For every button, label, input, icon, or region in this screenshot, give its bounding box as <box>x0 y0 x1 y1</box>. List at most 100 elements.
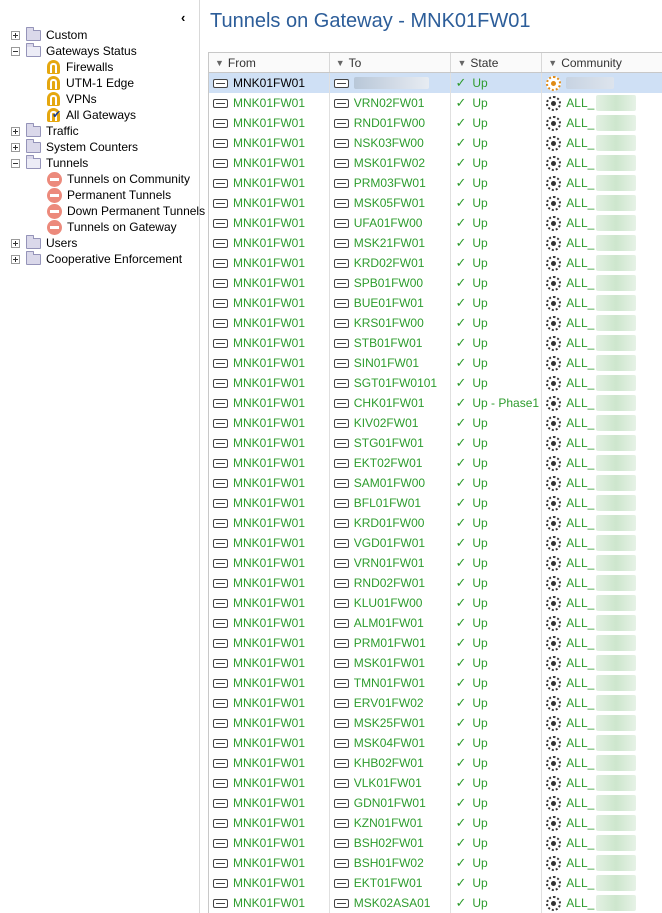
collapse-icon[interactable] <box>11 158 20 168</box>
table-row[interactable]: MNK01FW01 KIV02FW01 ✓ Up ALL_ <box>209 413 662 433</box>
from-value: MNK01FW01 <box>233 256 306 270</box>
table-row[interactable]: MNK01FW01 RND01FW00 ✓ Up ALL_ <box>209 113 662 133</box>
table-row[interactable]: MNK01FW01 GDN01FW01 ✓ Up ALL_ <box>209 793 662 813</box>
to-value: GDN01FW01 <box>353 796 426 810</box>
table-row[interactable]: MNK01FW01 BFL01FW01 ✓ Up ALL_ <box>209 493 662 513</box>
table-row[interactable]: MNK01FW01 MSK21FW01 ✓ Up ALL_ <box>209 233 662 253</box>
table-row[interactable]: MNK01FW01 BUE01FW01 ✓ Up ALL_ <box>209 293 662 313</box>
cell-from: MNK01FW01 <box>209 753 330 773</box>
tree-node[interactable]: Custom <box>11 26 87 43</box>
table-row[interactable]: MNK01FW01 ERV01FW02 ✓ Up ALL_ <box>209 693 662 713</box>
table-row[interactable]: MNK01FW01 VRN02FW01 ✓ Up ALL_ <box>209 93 662 113</box>
table-row[interactable]: MNK01FW01 ✓ Up <box>209 73 662 93</box>
table-row[interactable]: MNK01FW01 STB01FW01 ✓ Up ALL_ <box>209 333 662 353</box>
table-row[interactable]: MNK01FW01 KRD02FW01 ✓ Up ALL_ <box>209 253 662 273</box>
cell-from: MNK01FW01 <box>209 333 330 353</box>
gateway-device-icon <box>213 358 228 368</box>
tree-node-label: Permanent Tunnels <box>67 188 172 202</box>
filter-icon[interactable]: ▼ <box>215 58 224 68</box>
tree-node[interactable]: Users <box>11 234 77 251</box>
table-row[interactable]: MNK01FW01 MSK02ASA01 ✓ Up ALL_ <box>209 893 662 913</box>
gateway-device-icon <box>333 638 349 648</box>
filter-icon[interactable]: ▼ <box>548 58 557 68</box>
tree-node[interactable]: All Gateways <box>47 107 136 123</box>
state-value: Up <box>472 896 488 910</box>
table-row[interactable]: MNK01FW01 MSK25FW01 ✓ Up ALL_ <box>209 713 662 733</box>
cell-from: MNK01FW01 <box>209 353 330 373</box>
collapse-icon[interactable] <box>11 46 20 56</box>
tree-node[interactable]: Tunnels on Community <box>47 171 190 187</box>
state-value: Up <box>472 576 488 590</box>
community-value: ALL_ <box>566 276 595 290</box>
cell-community: ALL_ <box>542 653 662 673</box>
filter-icon[interactable]: ▼ <box>336 58 345 68</box>
redacted-value <box>596 615 637 631</box>
column-header-community[interactable]: ▼ Community <box>542 53 662 72</box>
expand-icon[interactable] <box>11 238 20 248</box>
cell-from: MNK01FW01 <box>209 733 330 753</box>
table-row[interactable]: MNK01FW01 VLK01FW01 ✓ Up ALL_ <box>209 773 662 793</box>
table-row[interactable]: MNK01FW01 SPB01FW00 ✓ Up ALL_ <box>209 273 662 293</box>
column-header-state[interactable]: ▼ State <box>451 53 543 72</box>
table-row[interactable]: MNK01FW01 PRM03FW01 ✓ Up ALL_ <box>209 173 662 193</box>
checkmark-icon: ✓ <box>455 855 467 870</box>
table-row[interactable]: MNK01FW01 EKT01FW01 ✓ Up ALL_ <box>209 873 662 893</box>
table-row[interactable]: MNK01FW01 KRS01FW00 ✓ Up ALL_ <box>209 313 662 333</box>
community-icon <box>546 435 562 451</box>
from-value: MNK01FW01 <box>233 216 306 230</box>
table-row[interactable]: MNK01FW01 SIN01FW01 ✓ Up ALL_ <box>209 353 662 373</box>
tree-node[interactable]: Permanent Tunnels <box>47 187 171 203</box>
column-header-from[interactable]: ▼ From <box>209 53 330 72</box>
filter-icon[interactable]: ▼ <box>457 58 466 68</box>
table-row[interactable]: MNK01FW01 KHB02FW01 ✓ Up ALL_ <box>209 753 662 773</box>
tree-node[interactable]: Tunnels <box>11 154 88 171</box>
from-value: MNK01FW01 <box>233 76 306 90</box>
tree-node[interactable]: Firewalls <box>47 59 113 75</box>
table-row[interactable]: MNK01FW01 ALM01FW01 ✓ Up ALL_ <box>209 613 662 633</box>
to-value: SAM01FW00 <box>353 476 426 490</box>
table-row[interactable]: MNK01FW01 KZN01FW01 ✓ Up ALL_ <box>209 813 662 833</box>
table-row[interactable]: MNK01FW01 RND02FW01 ✓ Up ALL_ <box>209 573 662 593</box>
table-row[interactable]: MNK01FW01 BSH02FW01 ✓ Up ALL_ <box>209 833 662 853</box>
tree-node[interactable]: VPNs <box>47 91 97 107</box>
table-row[interactable]: MNK01FW01 KRD01FW00 ✓ Up ALL_ <box>209 513 662 533</box>
expand-icon[interactable] <box>11 142 20 152</box>
table-row[interactable]: MNK01FW01 SAM01FW00 ✓ Up ALL_ <box>209 473 662 493</box>
from-value: MNK01FW01 <box>233 336 306 350</box>
tree-node[interactable]: UTM-1 Edge <box>47 75 134 91</box>
table-row[interactable]: MNK01FW01 CHK01FW01 ✓ Up - Phase1 ALL_ <box>209 393 662 413</box>
tree-node[interactable]: Gateways Status <box>11 42 137 59</box>
table-row[interactable]: MNK01FW01 BSH01FW02 ✓ Up ALL_ <box>209 853 662 873</box>
table-row[interactable]: MNK01FW01 PRM01FW01 ✓ Up ALL_ <box>209 633 662 653</box>
expand-icon[interactable] <box>11 254 20 264</box>
tree-node[interactable]: Tunnels on Gateway <box>47 219 177 235</box>
table-row[interactable]: MNK01FW01 VRN01FW01 ✓ Up ALL_ <box>209 553 662 573</box>
table-row[interactable]: MNK01FW01 TMN01FW01 ✓ Up ALL_ <box>209 673 662 693</box>
community-value: ALL_ <box>566 256 595 270</box>
table-row[interactable]: MNK01FW01 NSK03FW00 ✓ Up ALL_ <box>209 133 662 153</box>
expand-icon[interactable] <box>11 30 20 40</box>
table-row[interactable]: MNK01FW01 MSK05FW01 ✓ Up ALL_ <box>209 193 662 213</box>
table-row[interactable]: MNK01FW01 KLU01FW00 ✓ Up ALL_ <box>209 593 662 613</box>
table-row[interactable]: MNK01FW01 VGD01FW01 ✓ Up ALL_ <box>209 533 662 553</box>
cell-state: ✓ Up <box>451 693 543 713</box>
table-row[interactable]: MNK01FW01 STG01FW01 ✓ Up ALL_ <box>209 433 662 453</box>
table-row[interactable]: MNK01FW01 EKT02FW01 ✓ Up ALL_ <box>209 453 662 473</box>
gateway-device-icon <box>213 318 228 328</box>
tree-node[interactable]: Down Permanent Tunnels <box>47 203 205 219</box>
collapse-panel-button[interactable]: ‹ <box>181 11 185 24</box>
table-row[interactable]: MNK01FW01 MSK01FW02 ✓ Up ALL_ <box>209 153 662 173</box>
community-value: ALL_ <box>566 236 595 250</box>
table-row[interactable]: MNK01FW01 UFA01FW00 ✓ Up ALL_ <box>209 213 662 233</box>
column-header-to[interactable]: ▼ To <box>330 53 452 72</box>
table-row[interactable]: MNK01FW01 MSK01FW01 ✓ Up ALL_ <box>209 653 662 673</box>
expand-icon[interactable] <box>11 126 20 136</box>
tree-node[interactable]: Traffic <box>11 122 79 139</box>
table-row[interactable]: MNK01FW01 SGT01FW0101 ✓ Up ALL_ <box>209 373 662 393</box>
cell-state: ✓ Up <box>451 453 543 473</box>
table-row[interactable]: MNK01FW01 MSK04FW01 ✓ Up ALL_ <box>209 733 662 753</box>
tree-node[interactable]: Cooperative Enforcement <box>11 250 182 267</box>
to-value: SPB01FW00 <box>353 276 424 290</box>
tree-node[interactable]: System Counters <box>11 138 138 155</box>
from-value: MNK01FW01 <box>233 516 306 530</box>
